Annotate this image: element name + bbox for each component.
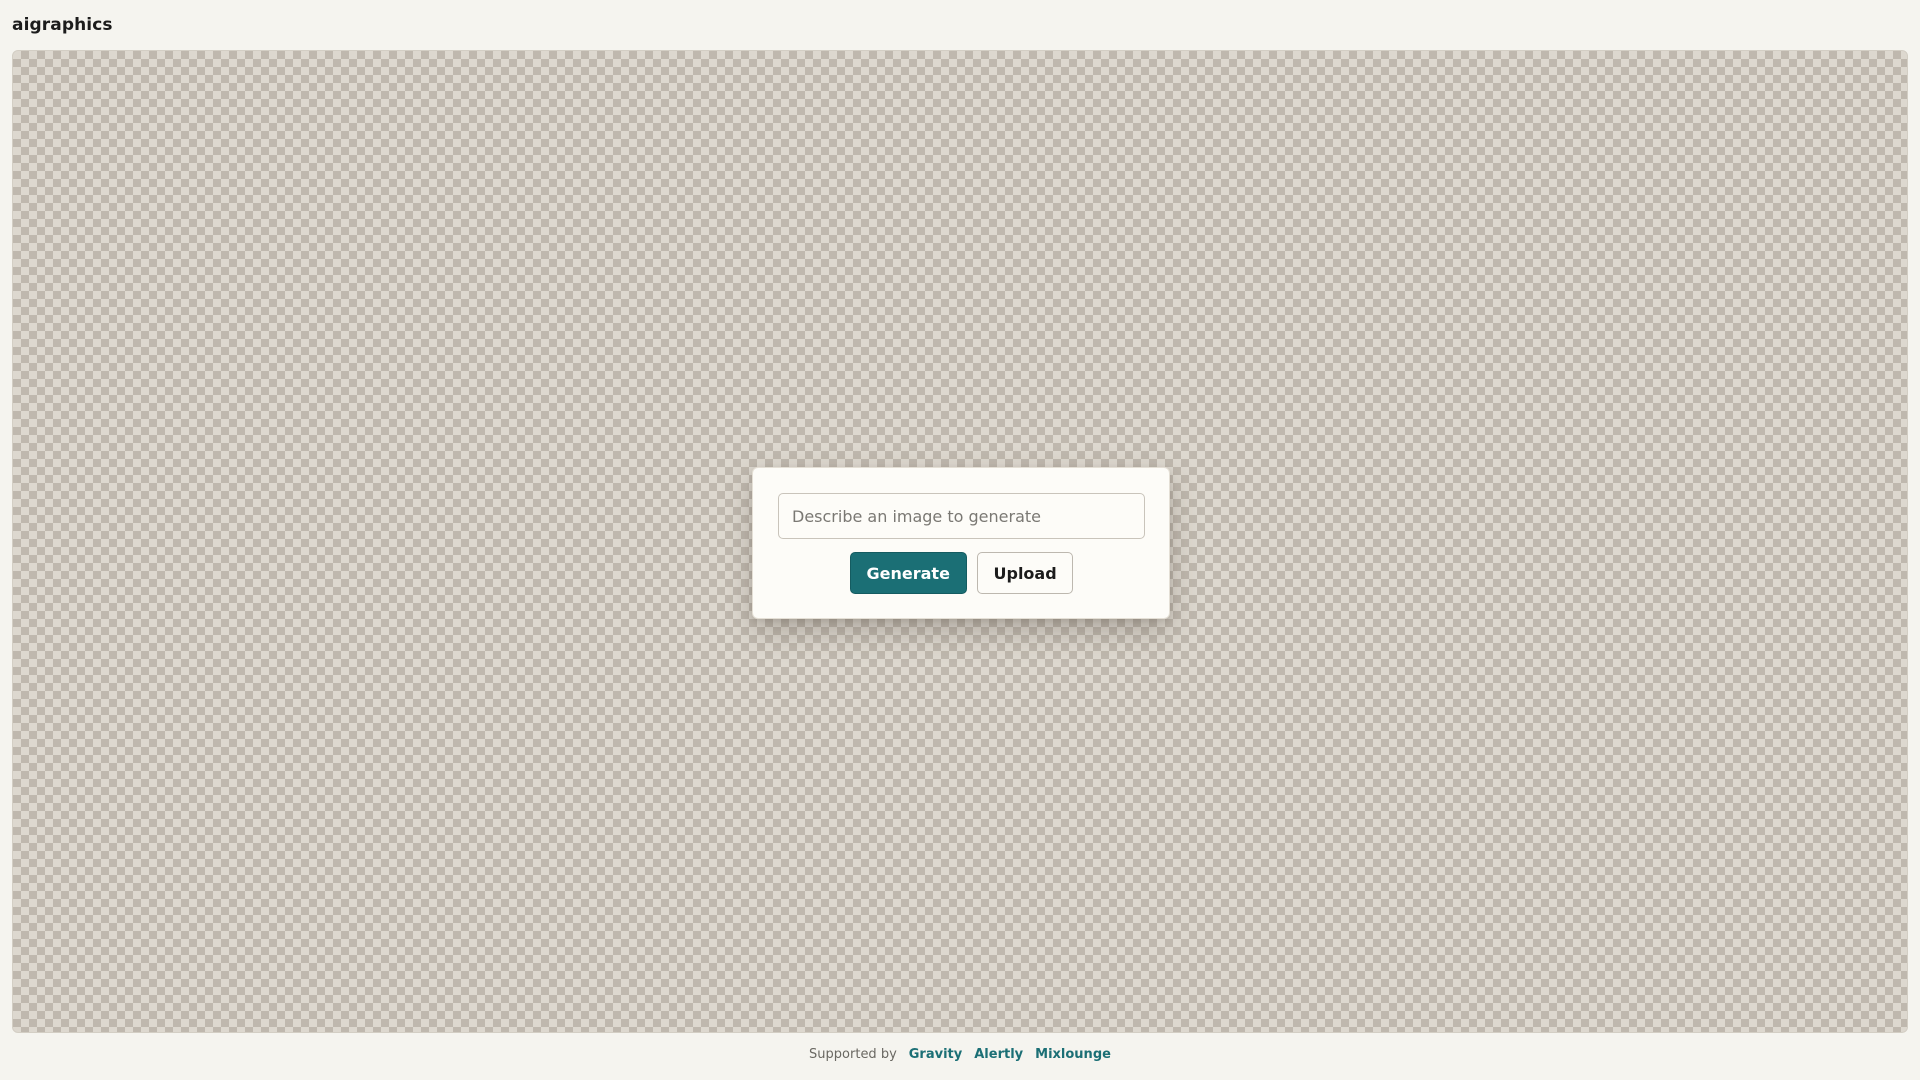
app-header: aigraphics (12, 14, 113, 36)
prompt-panel: Generate Upload (752, 467, 1170, 619)
supported-by-label: Supported by (809, 1047, 897, 1062)
prompt-actions: Generate Upload (753, 552, 1169, 594)
image-canvas[interactable]: Generate Upload (12, 50, 1908, 1033)
footer: Supported by Gravity Alertly Mixlounge (0, 1047, 1920, 1062)
app-title: aigraphics (12, 15, 113, 35)
sponsor-link-mixlounge[interactable]: Mixlounge (1035, 1047, 1111, 1062)
sponsor-link-gravity[interactable]: Gravity (909, 1047, 962, 1062)
upload-button[interactable]: Upload (976, 552, 1073, 594)
prompt-input[interactable] (778, 493, 1145, 539)
generate-button[interactable]: Generate (849, 552, 967, 594)
sponsor-link-alertly[interactable]: Alertly (974, 1047, 1023, 1062)
